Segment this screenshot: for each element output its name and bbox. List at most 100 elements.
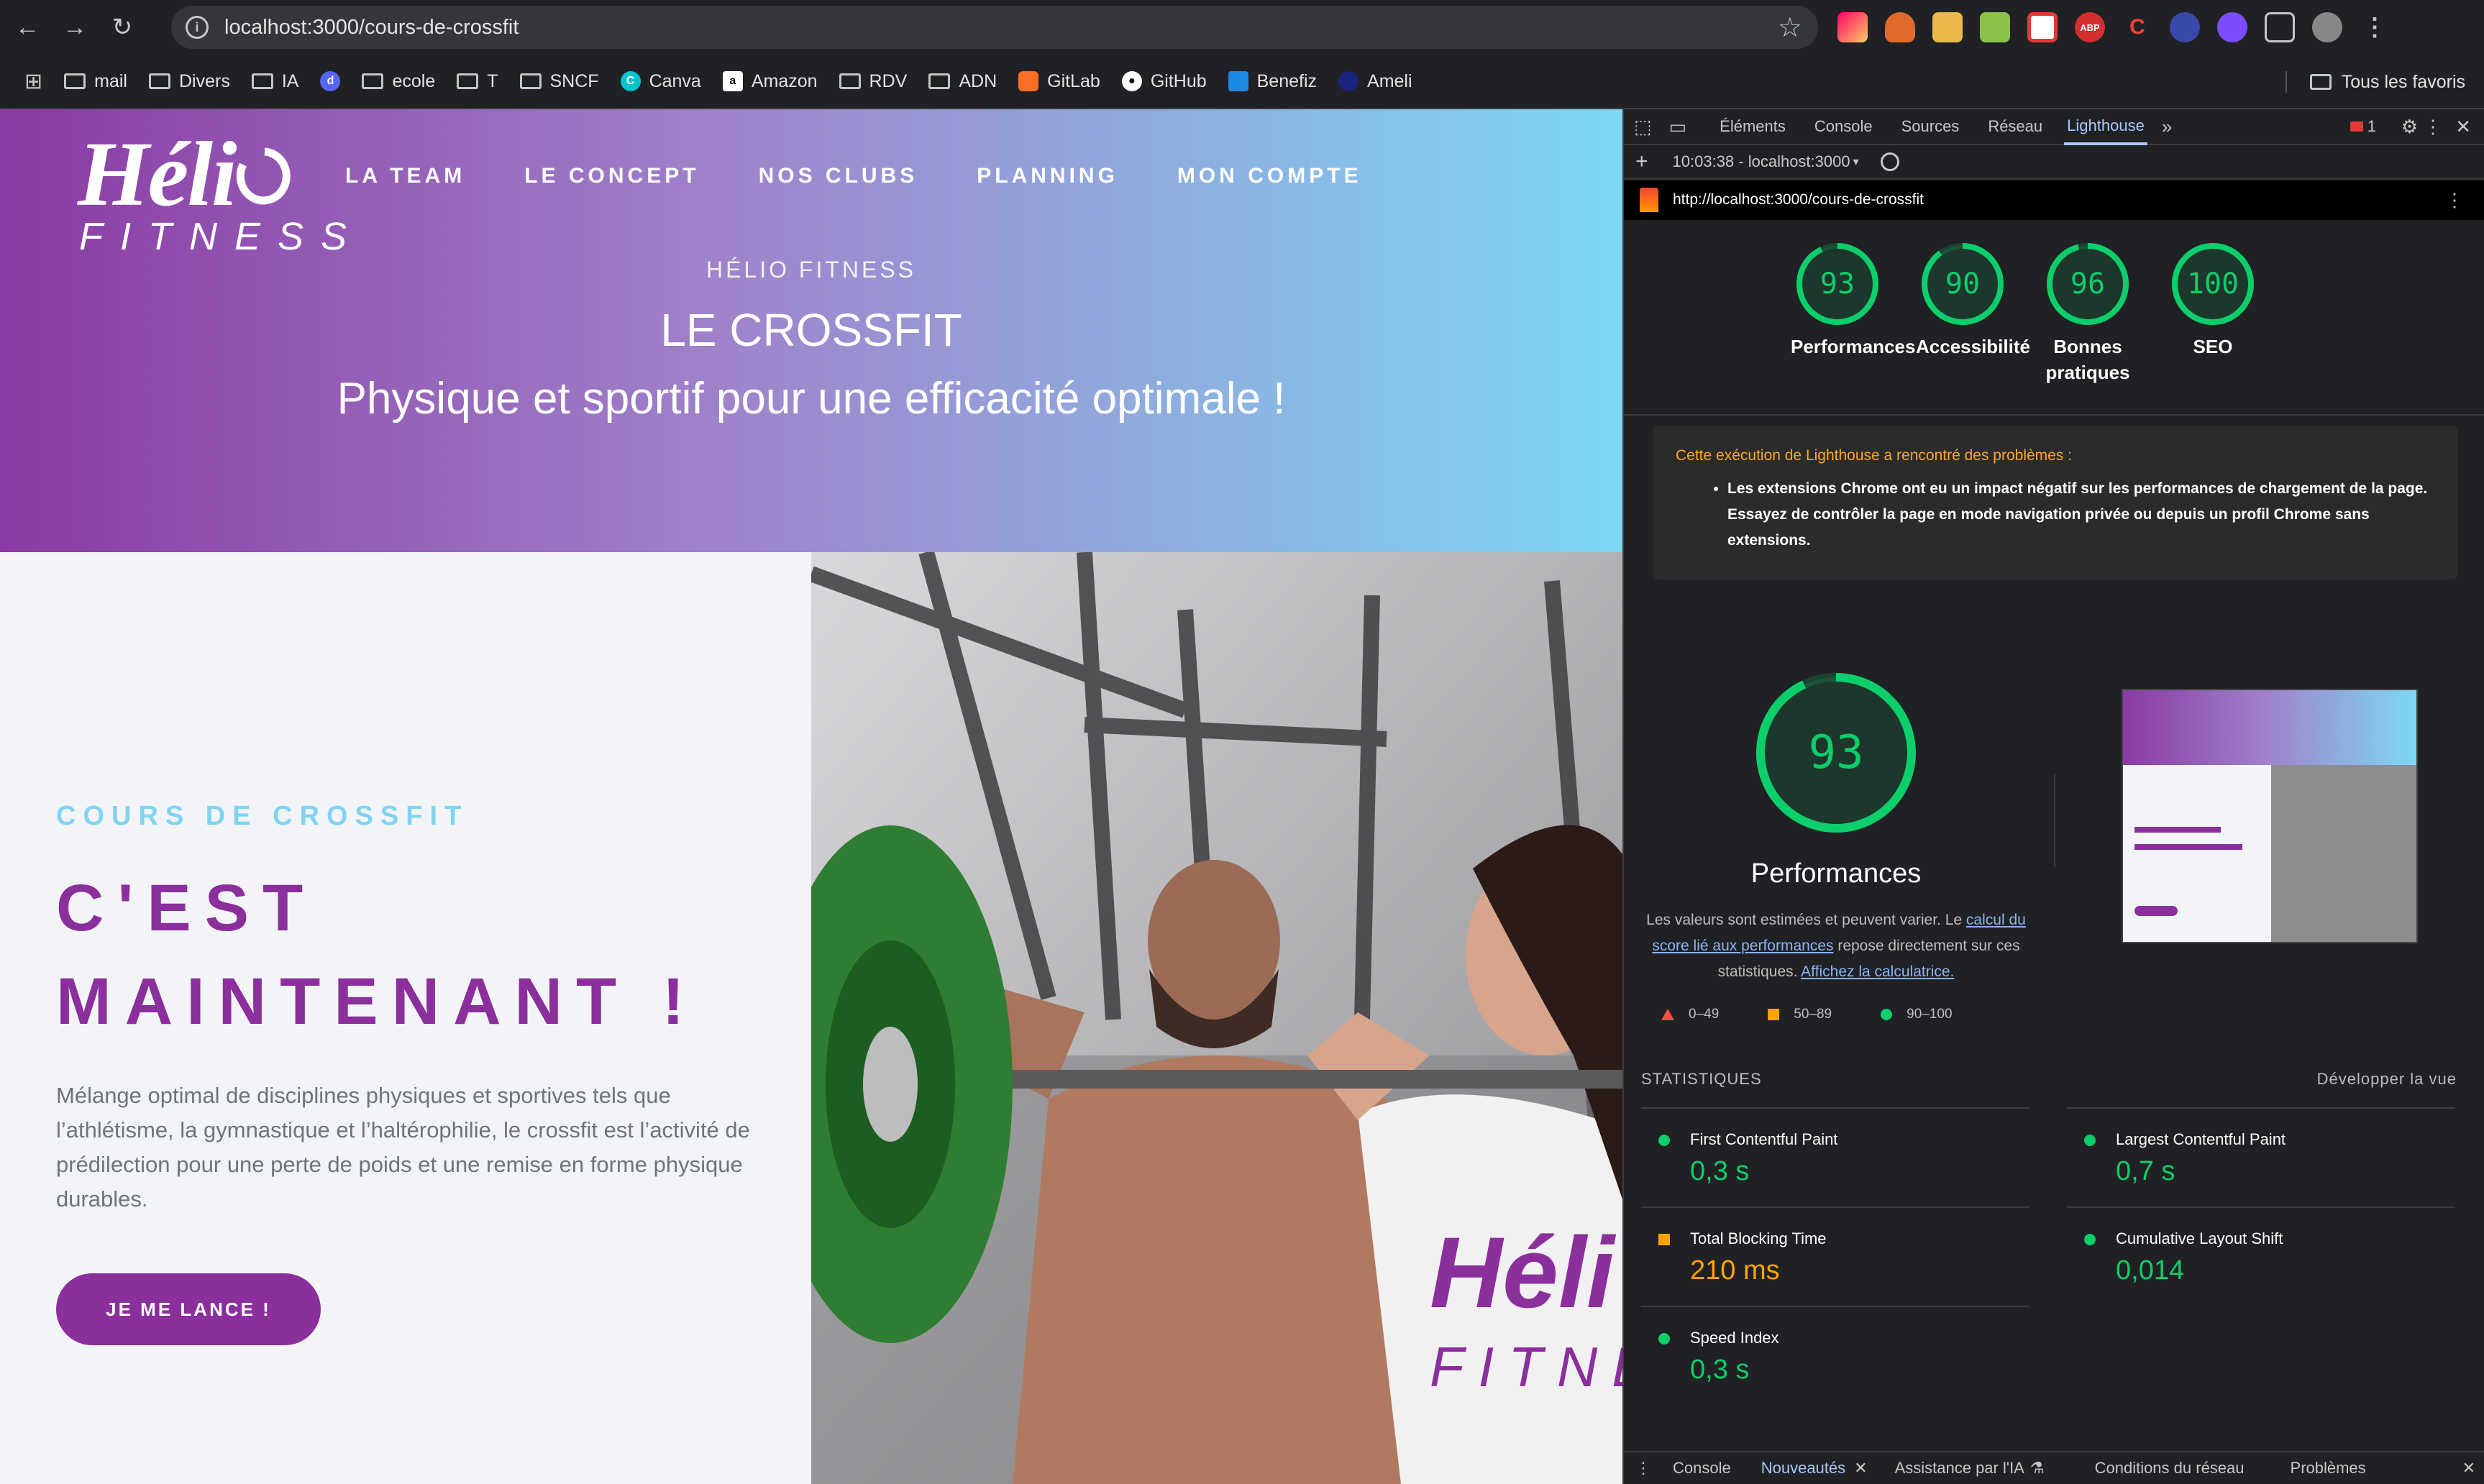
status-marker	[2084, 1234, 2096, 1245]
back-icon[interactable]: ←	[7, 7, 47, 47]
metric-value: 0,3 s	[1690, 1355, 1750, 1385]
bookmark-sncf[interactable]: SNCF	[519, 71, 599, 92]
hero-subtitle: Physique et sportif pour une efficacité …	[337, 374, 1286, 423]
helio-fitness-logo[interactable]: Héli FITNESS	[78, 128, 364, 256]
bookmark-github[interactable]: ● GitHub	[1121, 71, 1207, 92]
hero-banner: Héli FITNESS LA TEAM LE CONCEPT NOS CLUB…	[0, 109, 1622, 552]
tab-console[interactable]: Console	[1814, 117, 1873, 136]
extension-4-icon[interactable]	[1980, 12, 2010, 42]
score-legend: 0–49 50–89 90–100	[1661, 1007, 1953, 1022]
section-paragraph: Mélange optimal de disciplines physiques…	[56, 1083, 750, 1212]
metric-value: 0,3 s	[1690, 1156, 1750, 1186]
adblock-icon[interactable]: ABP	[2075, 12, 2105, 42]
thumb-headline	[2134, 844, 2242, 850]
url-text[interactable]: localhost:3000/cours-de-crossfit	[224, 16, 519, 40]
gauge-accessibilite[interactable]: 90 Accessibilité	[1916, 243, 2030, 385]
expand-view-toggle[interactable]: Développer la vue	[2317, 1070, 2457, 1089]
bookmark-star-icon[interactable]: ☆	[1778, 12, 1802, 44]
gauge-bonnes-pratiques[interactable]: 96 Bonnes pratiques	[2041, 243, 2134, 385]
nav-nos-clubs[interactable]: NOS CLUBS	[759, 164, 918, 188]
crossfit-photo: Héli FITNE	[811, 552, 1622, 1484]
tab-network[interactable]: Réseau	[1988, 117, 2042, 136]
performance-summary: 93 Performances Les valeurs sont estimée…	[1624, 673, 2484, 1176]
bookmark-benefiz[interactable]: Benefiz	[1228, 71, 1317, 92]
close-drawer-icon[interactable]: ✕	[2462, 1459, 2475, 1478]
settings-gear-icon[interactable]: ⚙	[2401, 116, 2418, 138]
lighthouse-icon	[1640, 188, 1658, 212]
menu-kebab-icon[interactable]: ⋮	[2360, 12, 2390, 42]
nav-planning[interactable]: PLANNING	[977, 164, 1118, 188]
folder-icon	[251, 73, 273, 89]
report-selector[interactable]: 10:03:38 - localhost:3000	[1673, 152, 1850, 171]
drawer-menu-icon[interactable]: ⋮	[1635, 1459, 1651, 1478]
all-favorites[interactable]: Tous les favoris	[2285, 55, 2465, 109]
devtools-menu-icon[interactable]: ⋮	[2424, 116, 2442, 138]
bookmark-adn[interactable]: ADN	[928, 71, 997, 92]
nav-mon-compte[interactable]: MON COMPTE	[1177, 164, 1362, 188]
drawer-tab-assistance-ia[interactable]: Assistance par l'IA	[1895, 1459, 2024, 1478]
gauge-seo[interactable]: 100 SEO	[2166, 243, 2260, 385]
extension-8-icon[interactable]	[2170, 12, 2200, 42]
bookmark-divers[interactable]: Divers	[148, 71, 230, 92]
bookmark-rdv[interactable]: RDV	[839, 71, 907, 92]
drawer-tab-problemes[interactable]: Problèmes	[2291, 1459, 2366, 1478]
apps-grid-icon[interactable]: ⊞	[24, 69, 42, 94]
device-toolbar-icon[interactable]: ▭	[1669, 116, 1687, 138]
section-eyebrow: COURS DE CROSSFIT	[56, 801, 469, 831]
tab-lighthouse[interactable]: Lighthouse	[2064, 108, 2147, 145]
folder-icon	[2309, 74, 2332, 90]
extension-9-icon[interactable]	[2217, 12, 2247, 42]
inspect-element-icon[interactable]: ⬚	[1634, 116, 1652, 138]
drawer-tab-console[interactable]: Console	[1673, 1459, 1731, 1478]
page-screenshot-thumbnail[interactable]	[2122, 689, 2418, 943]
status-dot-icon	[1658, 1135, 1670, 1146]
nav-la-team[interactable]: LA TEAM	[345, 164, 465, 188]
ameli-icon	[1338, 71, 1359, 91]
extension-5-icon[interactable]	[2027, 12, 2058, 42]
extension-7-icon[interactable]: C	[2122, 12, 2152, 42]
reload-icon[interactable]: ↻	[102, 7, 142, 47]
address-bar[interactable]: i localhost:3000/cours-de-crossfit ☆	[171, 6, 1818, 49]
close-tab-icon[interactable]: ✕	[1854, 1459, 1867, 1478]
bookmark-ameli[interactable]: Ameli	[1338, 71, 1412, 92]
shirt-logo-text: Héli	[1430, 1216, 1617, 1329]
bookmark-ia[interactable]: IA	[251, 71, 298, 92]
dropdown-caret-icon[interactable]: ▾	[1853, 155, 1859, 169]
metric-value: 0,014	[2116, 1255, 2185, 1286]
issues-badge[interactable]: 1	[2350, 117, 2376, 136]
calculator-link[interactable]: Affichez la calculatrice.	[1801, 963, 1954, 980]
folder-icon	[928, 73, 951, 89]
legend-poor: 0–49	[1661, 1007, 1719, 1022]
bookmark-gitlab[interactable]: GitLab	[1018, 71, 1100, 92]
metric-speed-index: Speed Index 0,3 s	[1641, 1306, 2029, 1405]
clear-reports-icon[interactable]	[1880, 152, 1899, 171]
drawer-tab-nouveautes[interactable]: Nouveautés	[1761, 1459, 1845, 1478]
nav-le-concept[interactable]: LE CONCEPT	[524, 164, 699, 188]
extension-1-icon[interactable]	[1837, 12, 1868, 42]
close-devtools-icon[interactable]: ✕	[2455, 116, 2471, 138]
extension-2-icon[interactable]	[1885, 12, 1915, 42]
tab-elements[interactable]: Éléments	[1720, 117, 1786, 136]
forward-icon[interactable]: →	[55, 7, 95, 47]
bookmark-ecole[interactable]: ecole	[362, 71, 435, 92]
bookmark-canva[interactable]: C Canva	[620, 71, 701, 92]
bookmark-t[interactable]: T	[457, 71, 498, 92]
profile-avatar[interactable]	[2312, 12, 2342, 42]
folder-icon	[839, 73, 861, 89]
drawer-tab-network-conditions[interactable]: Conditions du réseau	[2095, 1459, 2245, 1478]
bookmark-mail[interactable]: mail	[64, 71, 127, 92]
extensions-puzzle-icon[interactable]	[2265, 12, 2295, 42]
triangle-icon	[1661, 1009, 1674, 1020]
site-info-icon[interactable]: i	[186, 16, 209, 39]
metric-tbt: Total Blocking Time 210 ms	[1641, 1206, 2029, 1306]
cta-button[interactable]: JE ME LANCE !	[56, 1273, 321, 1345]
main-nav: LA TEAM LE CONCEPT NOS CLUBS PLANNING MO…	[345, 164, 1362, 188]
bookmark-discord[interactable]: d	[320, 71, 341, 91]
more-tabs-icon[interactable]: »	[2162, 116, 2172, 138]
tab-sources[interactable]: Sources	[1901, 117, 1960, 136]
bookmark-amazon[interactable]: a Amazon	[722, 71, 818, 92]
new-report-plus-icon[interactable]: +	[1635, 150, 1648, 174]
gauge-performances[interactable]: 93 Performances	[1791, 243, 1915, 385]
extension-3-icon[interactable]	[1932, 12, 1963, 42]
report-menu-icon[interactable]: ⋮	[2445, 189, 2464, 211]
